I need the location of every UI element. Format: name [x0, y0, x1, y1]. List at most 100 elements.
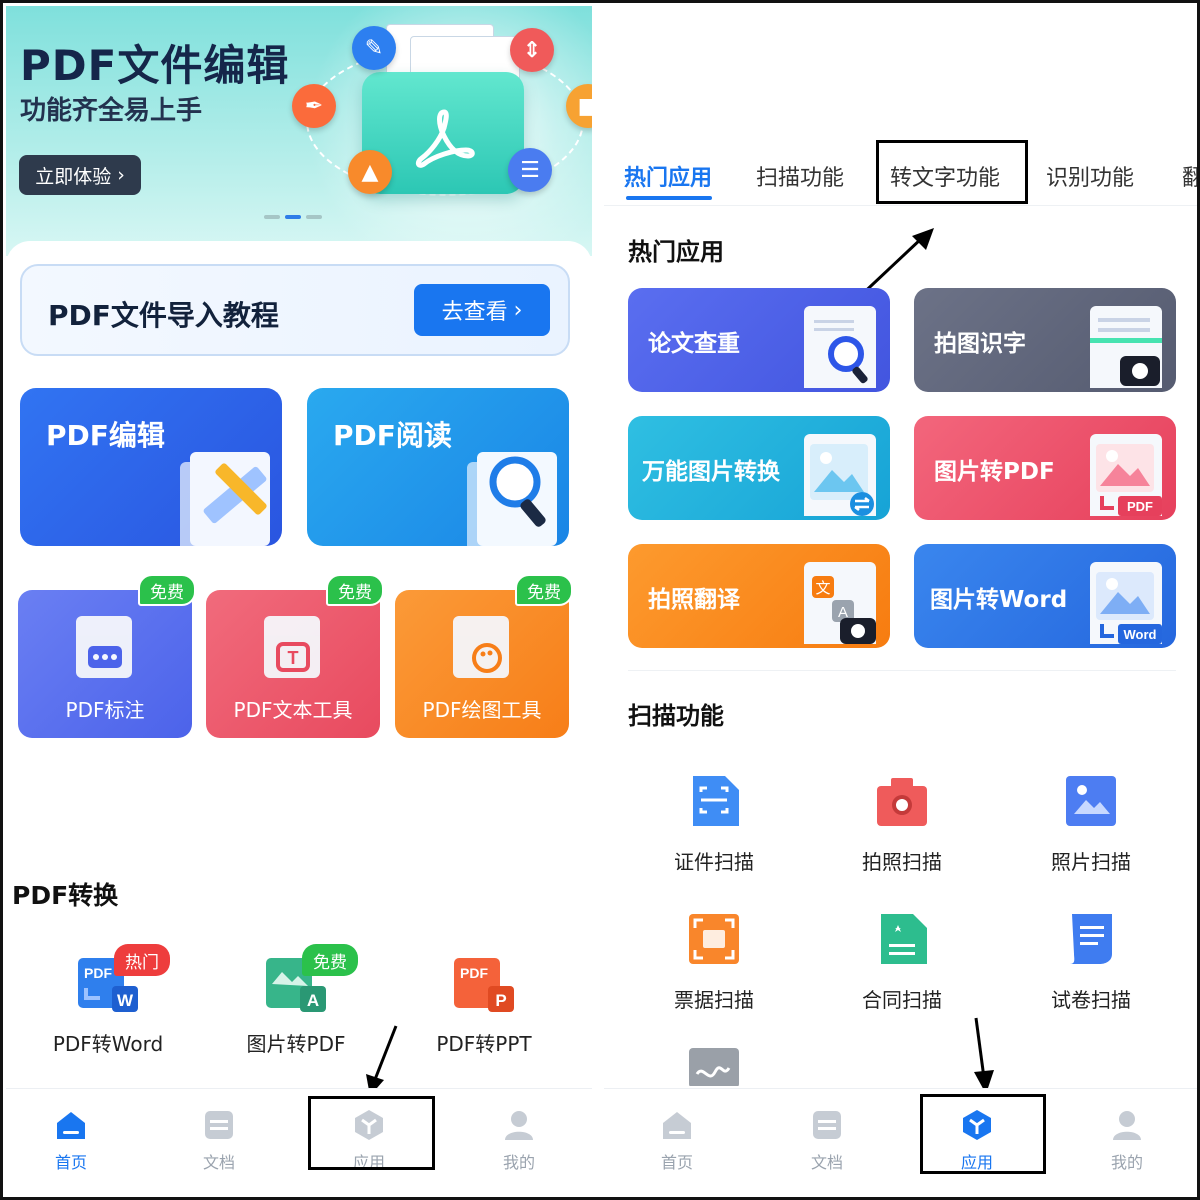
free-badge: 免费	[515, 574, 573, 606]
translate-camera-icon: 文A	[804, 562, 876, 644]
svg-text:Word: Word	[1124, 627, 1157, 642]
photo-translate-label: 拍照翻译	[648, 587, 740, 613]
image-icon: ▲	[348, 150, 392, 194]
picture-scan-label: 照片扫描	[1051, 850, 1131, 874]
magnifier-document-icon	[467, 452, 557, 546]
highlight-box	[308, 1096, 435, 1170]
tab-hot-apps[interactable]: 热门应用	[624, 160, 712, 192]
banner-subtitle: 功能齐全易上手	[20, 96, 203, 126]
try-now-button[interactable]: 立即体验 ›	[19, 155, 141, 195]
highlight-box	[920, 1094, 1046, 1174]
exam-paper-icon	[1070, 914, 1112, 964]
tab-scan[interactable]: 扫描功能	[756, 160, 844, 192]
text-tool-icon: T	[264, 616, 320, 678]
id-scan-item[interactable]: 证件扫描	[654, 774, 774, 894]
section-divider	[628, 670, 1176, 671]
tab-translate-partial[interactable]: 翻	[1182, 160, 1197, 192]
bottom-nav: 首页 文档 应用 我的	[604, 1088, 1197, 1197]
promo-banner[interactable]: PDF文件编辑 功能齐全易上手 立即体验 › ✎ ⇕ ✒ ■ ▲ ☰	[6, 6, 592, 286]
camera-scan-icon	[1084, 306, 1164, 388]
nav-documents-label: 文档	[810, 1153, 843, 1172]
svg-text:PDF: PDF	[84, 965, 112, 981]
receipt-scan-item[interactable]: 票据扫描	[654, 912, 774, 1032]
document-search-icon	[804, 306, 876, 388]
receipt-scan-label: 票据扫描	[674, 988, 754, 1012]
image-to-word-label: 图片转Word	[930, 587, 1068, 613]
plagiarism-check-card[interactable]: 论文查重	[628, 288, 890, 392]
svg-text:W: W	[117, 991, 134, 1010]
nav-home-label: 首页	[660, 1153, 693, 1172]
exam-scan-item[interactable]: 试卷扫描	[1031, 912, 1151, 1032]
svg-text:文: 文	[815, 579, 830, 597]
nav-home[interactable]: 首页	[6, 1089, 144, 1197]
carousel-indicator	[264, 215, 322, 219]
contract-scan-item[interactable]: 合同扫描	[842, 912, 962, 1032]
profile-icon	[1113, 1111, 1141, 1140]
pdf-read-label: PDF阅读	[333, 419, 452, 452]
nav-documents[interactable]: 文档	[754, 1089, 900, 1197]
pdf-to-word-label: PDF转Word	[52, 1032, 164, 1056]
pdf-edit-label: PDF编辑	[46, 419, 165, 452]
nav-home[interactable]: 首页	[604, 1089, 750, 1197]
view-tutorial-button[interactable]: 去查看 ›	[414, 284, 550, 336]
id-scan-label: 证件扫描	[674, 850, 754, 874]
picture-scan-item[interactable]: 照片扫描	[1031, 774, 1151, 894]
svg-text:A: A	[307, 991, 319, 1010]
annotation-arrow	[974, 1017, 994, 1094]
highlight-box	[876, 140, 1028, 204]
pdf-read-card[interactable]: PDF阅读	[307, 388, 569, 546]
annotation-arrow	[366, 1025, 398, 1096]
image-convert-card[interactable]: 万能图片转换	[628, 416, 890, 520]
list-icon: ☰	[508, 148, 552, 192]
pdf-to-word-item[interactable]: PDF W 热门 PDF转Word	[18, 936, 198, 1056]
pdf-to-ppt-label: PDF转PPT	[436, 1032, 532, 1056]
tutorial-card[interactable]: PDF文件导入教程 去查看 ›	[20, 264, 570, 356]
screenshot-frame: PDF文件编辑 功能齐全易上手 立即体验 › ✎ ⇕ ✒ ■ ▲ ☰ PDF文件…	[0, 0, 1200, 1200]
pdf-text-tool-card[interactable]: T PDF文本工具 免费	[206, 574, 384, 738]
nav-profile[interactable]: 我的	[446, 1089, 592, 1197]
camera-icon	[877, 778, 927, 826]
hot-apps-heading: 热门应用	[628, 238, 724, 266]
stamp-icon: ✎	[352, 26, 396, 70]
nav-profile-label: 我的	[502, 1153, 535, 1172]
free-badge: 免费	[302, 944, 358, 976]
panel-divider	[592, 6, 604, 1197]
compress-icon: ⇕	[510, 28, 554, 72]
document-icon	[813, 1111, 841, 1139]
scan-heading: 扫描功能	[628, 702, 724, 730]
plagiarism-check-label: 论文查重	[648, 331, 740, 357]
image-to-pdf-card-label: 图片转PDF	[934, 459, 1055, 485]
pdf-conversion-heading: PDF转换	[12, 881, 119, 910]
chevron-right-icon: ›	[117, 164, 125, 186]
photo-scan-item[interactable]: 拍照扫描	[842, 774, 962, 894]
tab-recognition[interactable]: 识别功能	[1046, 160, 1134, 192]
photo-ocr-label: 拍图识字	[934, 331, 1026, 357]
pdf-annotate-card[interactable]: PDF标注 免费	[18, 574, 196, 738]
pdf-to-ppt-item[interactable]: PDF P PDF转PPT	[394, 936, 574, 1056]
image-to-pdf-card[interactable]: 图片转PDF PDF	[914, 416, 1176, 520]
pdf-draw-tool-card[interactable]: PDF绘图工具 免费	[395, 574, 573, 738]
left-screen: PDF文件编辑 功能齐全易上手 立即体验 › ✎ ⇕ ✒ ■ ▲ ☰ PDF文件…	[6, 6, 592, 1197]
free-badge: 免费	[138, 574, 196, 606]
image-convert-label: 万能图片转换	[642, 459, 780, 485]
edit-pencil-ruler-icon	[180, 452, 270, 546]
hot-badge: 热门	[114, 944, 170, 976]
photo-scan-label: 拍照扫描	[862, 850, 942, 874]
pdf-edit-card[interactable]: PDF编辑	[20, 388, 282, 546]
pdf-to-ppt-icon: PDF P	[454, 958, 514, 1012]
pdf-text-tool-label: PDF文本工具	[233, 698, 353, 722]
nav-profile[interactable]: 我的	[1054, 1089, 1197, 1197]
nav-documents[interactable]: 文档	[146, 1089, 292, 1197]
image-to-word-icon: Word	[1090, 562, 1162, 644]
tutorial-title: PDF文件导入教程	[48, 299, 279, 332]
image-to-word-card[interactable]: 图片转Word Word	[914, 544, 1176, 648]
pdf-draw-tool-label: PDF绘图工具	[422, 698, 542, 722]
photo-ocr-card[interactable]: 拍图识字	[914, 288, 1176, 392]
photo-translate-card[interactable]: 拍照翻译 文A	[628, 544, 890, 648]
profile-icon	[505, 1111, 533, 1140]
right-screen: 热门应用 扫描功能 转文字功能 识别功能 翻 热门应用 论文查重 拍图识字 万能…	[604, 6, 1197, 1197]
chevron-right-icon: ›	[513, 297, 523, 323]
pdf-annotate-label: PDF标注	[65, 698, 145, 722]
picture-scan-icon	[1066, 776, 1116, 826]
svg-text:PDF: PDF	[460, 965, 488, 981]
